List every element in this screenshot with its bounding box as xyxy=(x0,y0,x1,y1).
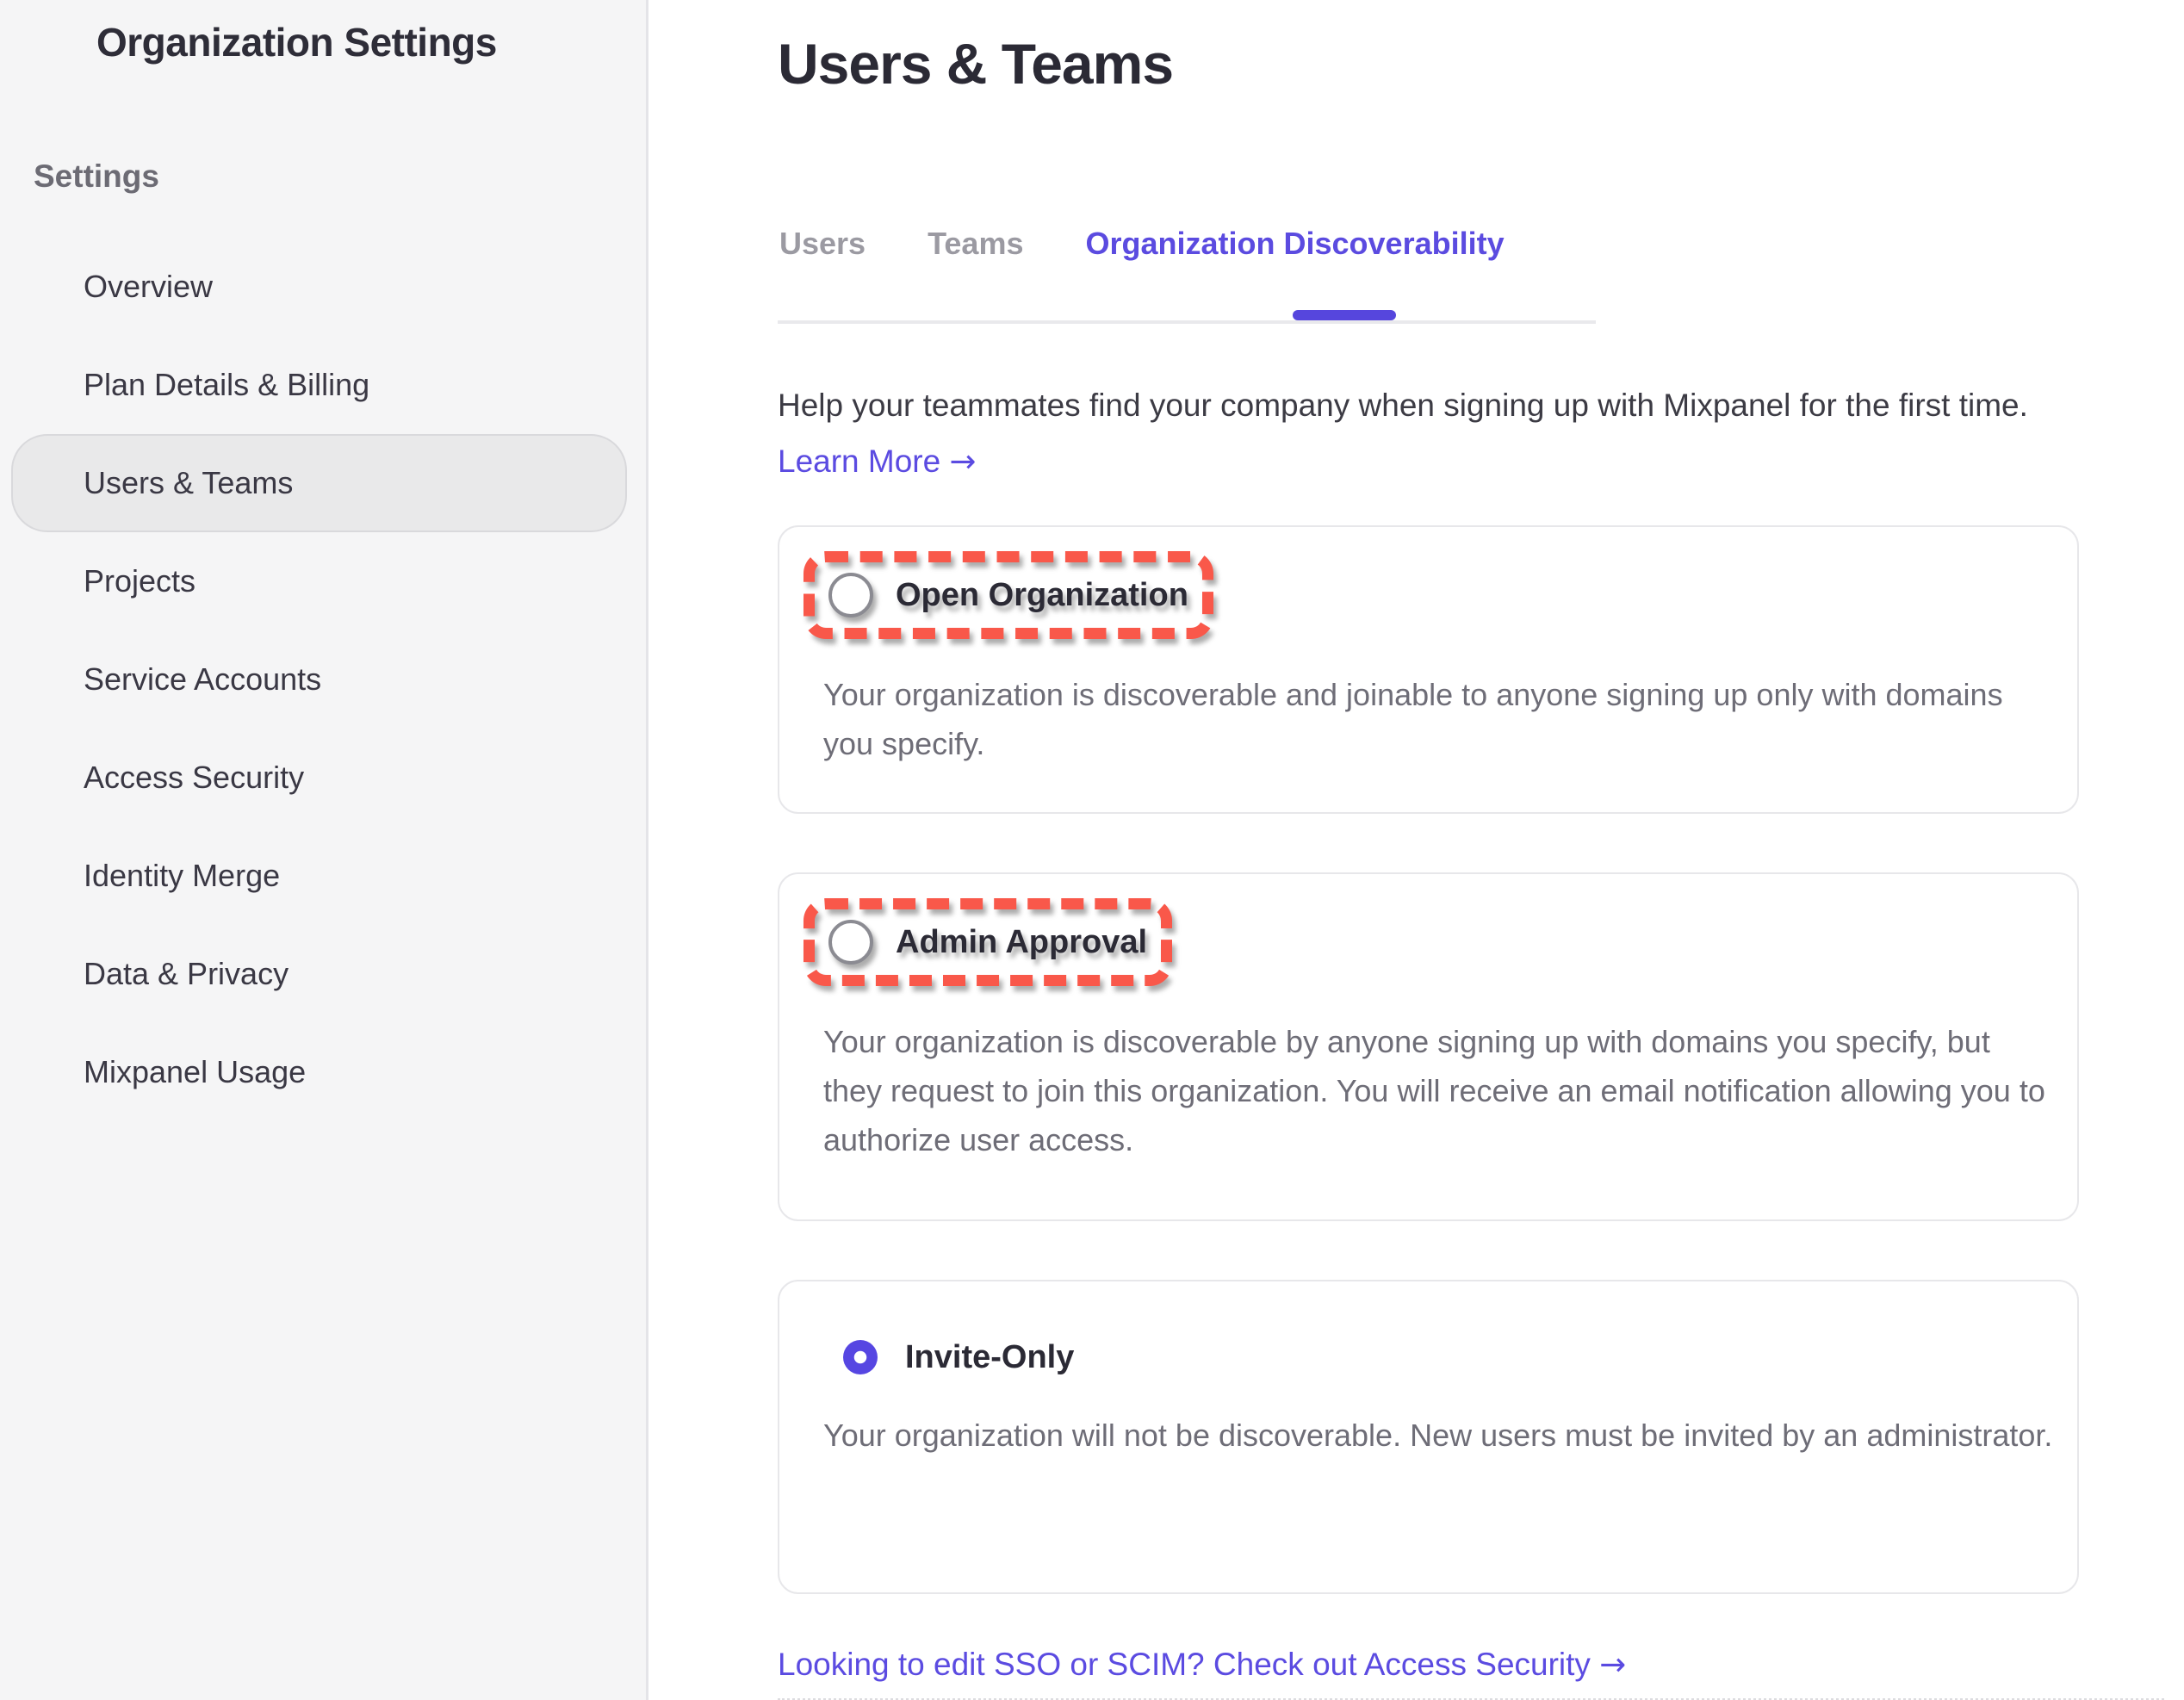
organization-settings-page: Organization Settings Settings Overview … xyxy=(0,0,2184,1700)
radio-label-invite-only[interactable]: Invite-Only xyxy=(905,1339,1074,1376)
main-content: Users & Teams Users Teams Organization D… xyxy=(648,0,2184,1700)
option-card-invite-only: Invite-Only Your organization will not b… xyxy=(778,1280,2079,1594)
sidebar-item-access-security[interactable]: Access Security xyxy=(11,729,627,827)
radio-row-invite-only: Invite-Only xyxy=(838,1335,1074,1380)
radio-invite-only-selected[interactable] xyxy=(843,1340,878,1374)
radio-open-organization[interactable] xyxy=(828,573,873,617)
sidebar-item-label: Overview xyxy=(84,269,213,305)
sidebar-nav: Overview Plan Details & Billing Users & … xyxy=(0,238,646,1121)
sidebar-item-data-privacy[interactable]: Data & Privacy xyxy=(11,925,627,1023)
arrow-right-icon: → xyxy=(950,443,977,480)
learn-more-link[interactable]: Learn More → xyxy=(778,443,977,480)
sidebar-item-label: Data & Privacy xyxy=(84,956,289,992)
tab-row: Users Teams Organization Discoverability xyxy=(778,226,1596,320)
page-title: Users & Teams xyxy=(778,31,2184,96)
sidebar-item-label: Mixpanel Usage xyxy=(84,1054,306,1090)
tab-organization-discoverability[interactable]: Organization Discoverability xyxy=(1085,226,1504,262)
radio-label-open-organization[interactable]: Open Organization xyxy=(896,577,1188,614)
sidebar-item-label: Users & Teams xyxy=(84,465,293,501)
radio-label-admin-approval[interactable]: Admin Approval xyxy=(896,924,1147,961)
option-description-invite-only: Your organization will not be discoverab… xyxy=(823,1411,2055,1460)
sidebar-item-label: Access Security xyxy=(84,760,304,796)
sidebar-item-overview[interactable]: Overview xyxy=(11,238,627,336)
intro-text: Help your teammates find your company wh… xyxy=(778,388,2184,424)
sidebar-item-plan-details-billing[interactable]: Plan Details & Billing xyxy=(11,336,627,434)
sidebar-item-label: Identity Merge xyxy=(84,858,280,894)
sidebar-item-label: Plan Details & Billing xyxy=(84,367,369,403)
sidebar-item-label: Service Accounts xyxy=(84,661,321,698)
option-description-admin-approval: Your organization is discoverable by any… xyxy=(823,1017,2055,1164)
sidebar-item-users-teams[interactable]: Users & Teams xyxy=(11,434,627,532)
option-card-open-organization: Open Organization Your organization is d… xyxy=(778,525,2079,814)
sidebar-item-service-accounts[interactable]: Service Accounts xyxy=(11,630,627,729)
discoverability-options: Open Organization Your organization is d… xyxy=(778,525,2079,1594)
sidebar-item-label: Projects xyxy=(84,563,195,599)
access-security-link[interactable]: Looking to edit SSO or SCIM? Check out A… xyxy=(778,1646,1626,1683)
option-card-admin-approval: Admin Approval Your organization is disc… xyxy=(778,872,2079,1221)
tab-teams[interactable]: Teams xyxy=(928,226,1023,262)
sidebar-item-mixpanel-usage[interactable]: Mixpanel Usage xyxy=(11,1023,627,1121)
sidebar-item-identity-merge[interactable]: Identity Merge xyxy=(11,827,627,925)
active-tab-indicator xyxy=(1293,310,1396,320)
red-dashed-highlight-admin-approval: Admin Approval xyxy=(803,898,1172,986)
radio-admin-approval[interactable] xyxy=(828,920,873,965)
sidebar-title: Organization Settings xyxy=(96,19,646,65)
sidebar: Organization Settings Settings Overview … xyxy=(0,0,648,1700)
red-dashed-highlight-open-organization: Open Organization xyxy=(803,551,1213,639)
sidebar-section-label: Settings xyxy=(34,158,646,195)
tab-bar: Users Teams Organization Discoverability xyxy=(778,226,1596,324)
arrow-right-icon: → xyxy=(1599,1646,1626,1683)
tab-users[interactable]: Users xyxy=(779,226,866,262)
sidebar-item-projects[interactable]: Projects xyxy=(11,532,627,630)
option-description-open-organization: Your organization is discoverable and jo… xyxy=(823,670,2055,768)
